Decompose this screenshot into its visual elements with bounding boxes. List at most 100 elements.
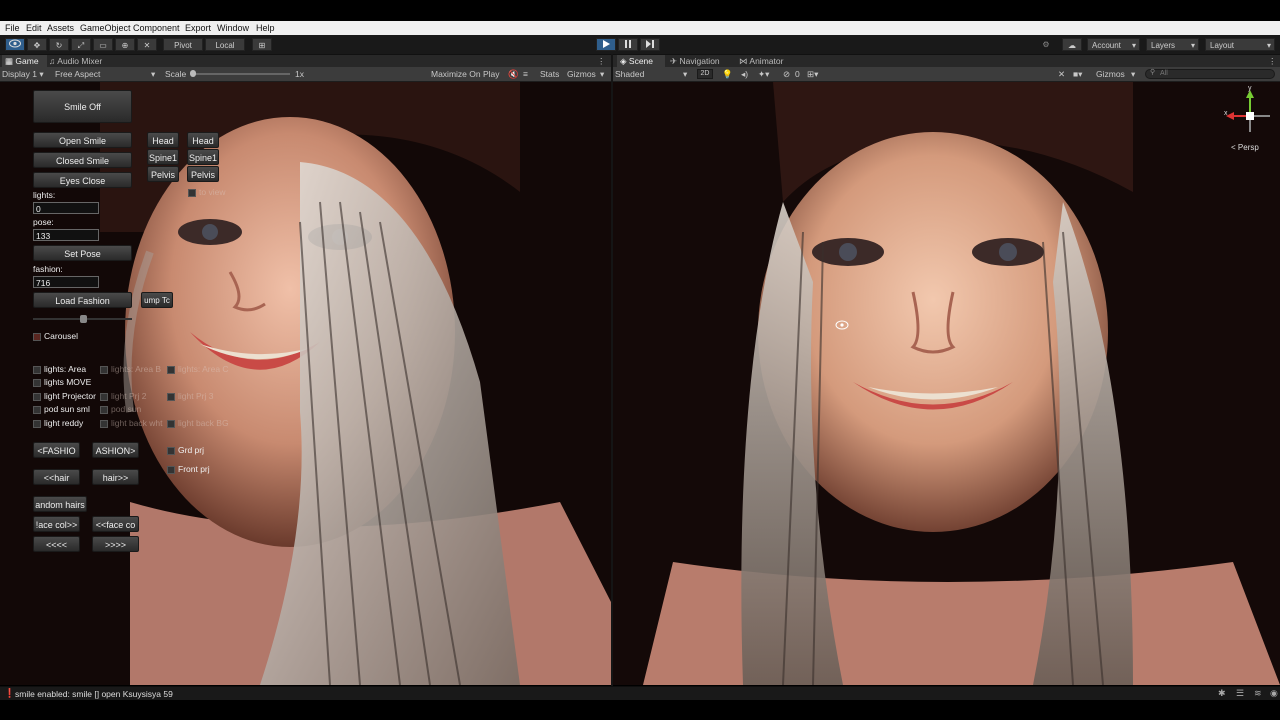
light-prj-3-toggle[interactable]: light Prj 3 — [167, 391, 213, 401]
console-message[interactable]: smile enabled: smile [] open Ksuysisya 5… — [15, 689, 173, 699]
menu-edit[interactable]: Edit — [26, 21, 42, 35]
layers-dropdown[interactable]: Layers ▾ — [1146, 38, 1199, 51]
lights-area-b-toggle[interactable]: lights: Area B — [100, 364, 161, 374]
scene-search-input[interactable]: ⚲ All — [1145, 69, 1275, 79]
services-button[interactable]: ⚙ — [1037, 38, 1055, 51]
prev-all-button[interactable]: <<<< — [33, 536, 80, 552]
bone-spine1-button-a[interactable]: Spine1 — [147, 149, 179, 165]
fashion-next-button[interactable]: ASHION> — [92, 442, 139, 458]
lights-field[interactable]: 0 — [33, 202, 99, 214]
smile-off-button[interactable]: Smile Off — [33, 90, 132, 123]
vsync-icon[interactable]: ≡ — [523, 67, 528, 81]
pivot-toggle[interactable]: Pivot — [163, 38, 203, 51]
light-prj-2-toggle[interactable]: light Prj 2 — [100, 391, 146, 401]
tab-scene[interactable]: ◈ Scene — [617, 55, 665, 67]
lighting-icon[interactable]: 💡 — [722, 67, 733, 81]
chevron-down-icon[interactable]: ▾ — [1131, 67, 1135, 81]
aspect-dropdown[interactable]: Free Aspect ▾ — [55, 67, 159, 81]
hair-next-button[interactable]: hair>> — [92, 469, 139, 485]
mute-audio-icon[interactable]: 🔇 — [508, 67, 519, 81]
bone-pelvis-button-a[interactable]: Pelvis — [147, 166, 179, 182]
menu-assets[interactable]: Assets — [47, 21, 74, 35]
database-icon[interactable]: ☰ — [1236, 688, 1244, 699]
carousel-slider-handle[interactable] — [80, 315, 87, 323]
bone-head-button-a[interactable]: Head — [147, 132, 179, 148]
tab-navigation[interactable]: ✈ Navigation — [667, 55, 736, 67]
scale-tool-button[interactable]: ⤢ — [71, 38, 91, 51]
play-button[interactable] — [596, 38, 616, 51]
lights-move-toggle[interactable]: lights MOVE — [33, 377, 91, 387]
fashion-prev-button[interactable]: <FASHIO — [33, 442, 80, 458]
audio-icon[interactable]: ◂) — [741, 67, 748, 81]
menu-window[interactable]: Window — [217, 21, 249, 35]
gizmos-toggle[interactable]: Gizmos — [567, 67, 596, 81]
grid-snap-button[interactable]: ⊞ — [252, 38, 272, 51]
pause-button[interactable] — [618, 38, 638, 51]
step-button[interactable] — [640, 38, 660, 51]
scene-viewport[interactable]: y x < Persp — [613, 82, 1280, 685]
tab-game[interactable]: ▦ Game — [2, 55, 47, 67]
load-fashion-button[interactable]: Load Fashion — [33, 292, 132, 308]
menu-component[interactable]: Component — [133, 21, 180, 35]
bug-icon[interactable]: ✱ — [1218, 688, 1226, 699]
rotate-tool-button[interactable]: ↻ — [49, 38, 69, 51]
shading-dropdown[interactable]: Shaded ▾ — [615, 67, 691, 81]
next-all-button[interactable]: >>>> — [92, 536, 139, 552]
front-prj-toggle[interactable]: Front prj — [167, 464, 210, 474]
set-pose-button[interactable]: Set Pose — [33, 245, 132, 261]
light-back-wht-toggle[interactable]: light back wht — [100, 418, 163, 428]
layout-dropdown[interactable]: Layout ▾ — [1205, 38, 1275, 51]
view-tool-button[interactable] — [5, 38, 25, 51]
carousel-toggle[interactable]: Carousel — [33, 331, 78, 341]
bone-pelvis-button-b[interactable]: Pelvis — [187, 166, 219, 182]
game-viewport[interactable]: Smile Off Open Smile Closed Smile Eyes C… — [0, 82, 611, 685]
random-hairs-button[interactable]: andom hairs — [33, 496, 87, 512]
lights-area-c-toggle[interactable]: lights: Area C — [167, 364, 229, 374]
fashion-field[interactable]: 716 — [33, 276, 99, 288]
camera-gizmo-icon[interactable] — [835, 320, 849, 330]
progress-icon[interactable]: ≋ — [1254, 688, 1262, 699]
menu-export[interactable]: Export — [185, 21, 211, 35]
display-dropdown[interactable]: Display 1 ▾ — [2, 67, 50, 81]
chevron-down-icon[interactable]: ▾ — [600, 67, 604, 81]
jump-button[interactable]: ump Tc — [141, 292, 173, 308]
maximize-on-play-toggle[interactable]: Maximize On Play — [431, 67, 500, 81]
pose-field[interactable]: 133 — [33, 229, 99, 241]
bone-spine1-button-b[interactable]: Spine1 — [187, 149, 219, 165]
menu-help[interactable]: Help — [256, 21, 275, 35]
custom-tool-button[interactable]: ✕ — [137, 38, 157, 51]
lighting-status-icon[interactable]: ◉ — [1270, 688, 1278, 699]
light-projector-toggle[interactable]: light Projector — [33, 391, 96, 401]
projection-toggle[interactable]: < Persp — [1231, 143, 1259, 152]
hidden-objects-icon[interactable]: ⊘ — [783, 67, 790, 81]
menu-file[interactable]: File — [5, 21, 20, 35]
open-smile-button[interactable]: Open Smile — [33, 132, 132, 148]
eyes-close-button[interactable]: Eyes Close — [33, 172, 132, 188]
stats-toggle[interactable]: Stats — [540, 67, 559, 81]
face-col-next-button[interactable]: !ace col>> — [33, 516, 80, 532]
tab-audio-mixer[interactable]: ♫ Audio Mixer — [46, 55, 119, 67]
rect-tool-button[interactable]: ▭ — [93, 38, 113, 51]
pod-sun-sml-toggle[interactable]: pod sun sml — [33, 404, 90, 414]
tools-icon[interactable]: ✕ — [1058, 67, 1065, 81]
face-col-prev-button[interactable]: <<face co — [92, 516, 139, 532]
light-reddy-toggle[interactable]: light reddy — [33, 418, 83, 428]
transform-tool-button[interactable]: ⊕ — [115, 38, 135, 51]
scale-slider-handle[interactable] — [190, 70, 196, 77]
grid-icon[interactable]: ⊞▾ — [807, 67, 818, 81]
closed-smile-button[interactable]: Closed Smile — [33, 152, 132, 168]
local-toggle[interactable]: Local — [205, 38, 245, 51]
account-dropdown[interactable]: Account ▾ — [1087, 38, 1140, 51]
hair-prev-button[interactable]: <<hair — [33, 469, 80, 485]
lights-area-toggle[interactable]: lights: Area — [33, 364, 86, 374]
scale-slider-track[interactable] — [192, 73, 290, 75]
effects-icon[interactable]: ✦▾ — [758, 67, 769, 81]
pod-sun-toggle[interactable]: pod sun — [100, 404, 141, 414]
bone-head-button-b[interactable]: Head — [187, 132, 219, 148]
more-icon[interactable]: ⋮ — [1268, 55, 1277, 67]
collab-button[interactable]: ☁ — [1062, 38, 1082, 51]
tab-animator[interactable]: ⋈ Animator — [736, 55, 795, 67]
gizmos-dropdown[interactable]: Gizmos — [1096, 67, 1125, 81]
move-tool-button[interactable]: ✥ — [27, 38, 47, 51]
light-back-bg-toggle[interactable]: light back BG — [167, 418, 229, 428]
